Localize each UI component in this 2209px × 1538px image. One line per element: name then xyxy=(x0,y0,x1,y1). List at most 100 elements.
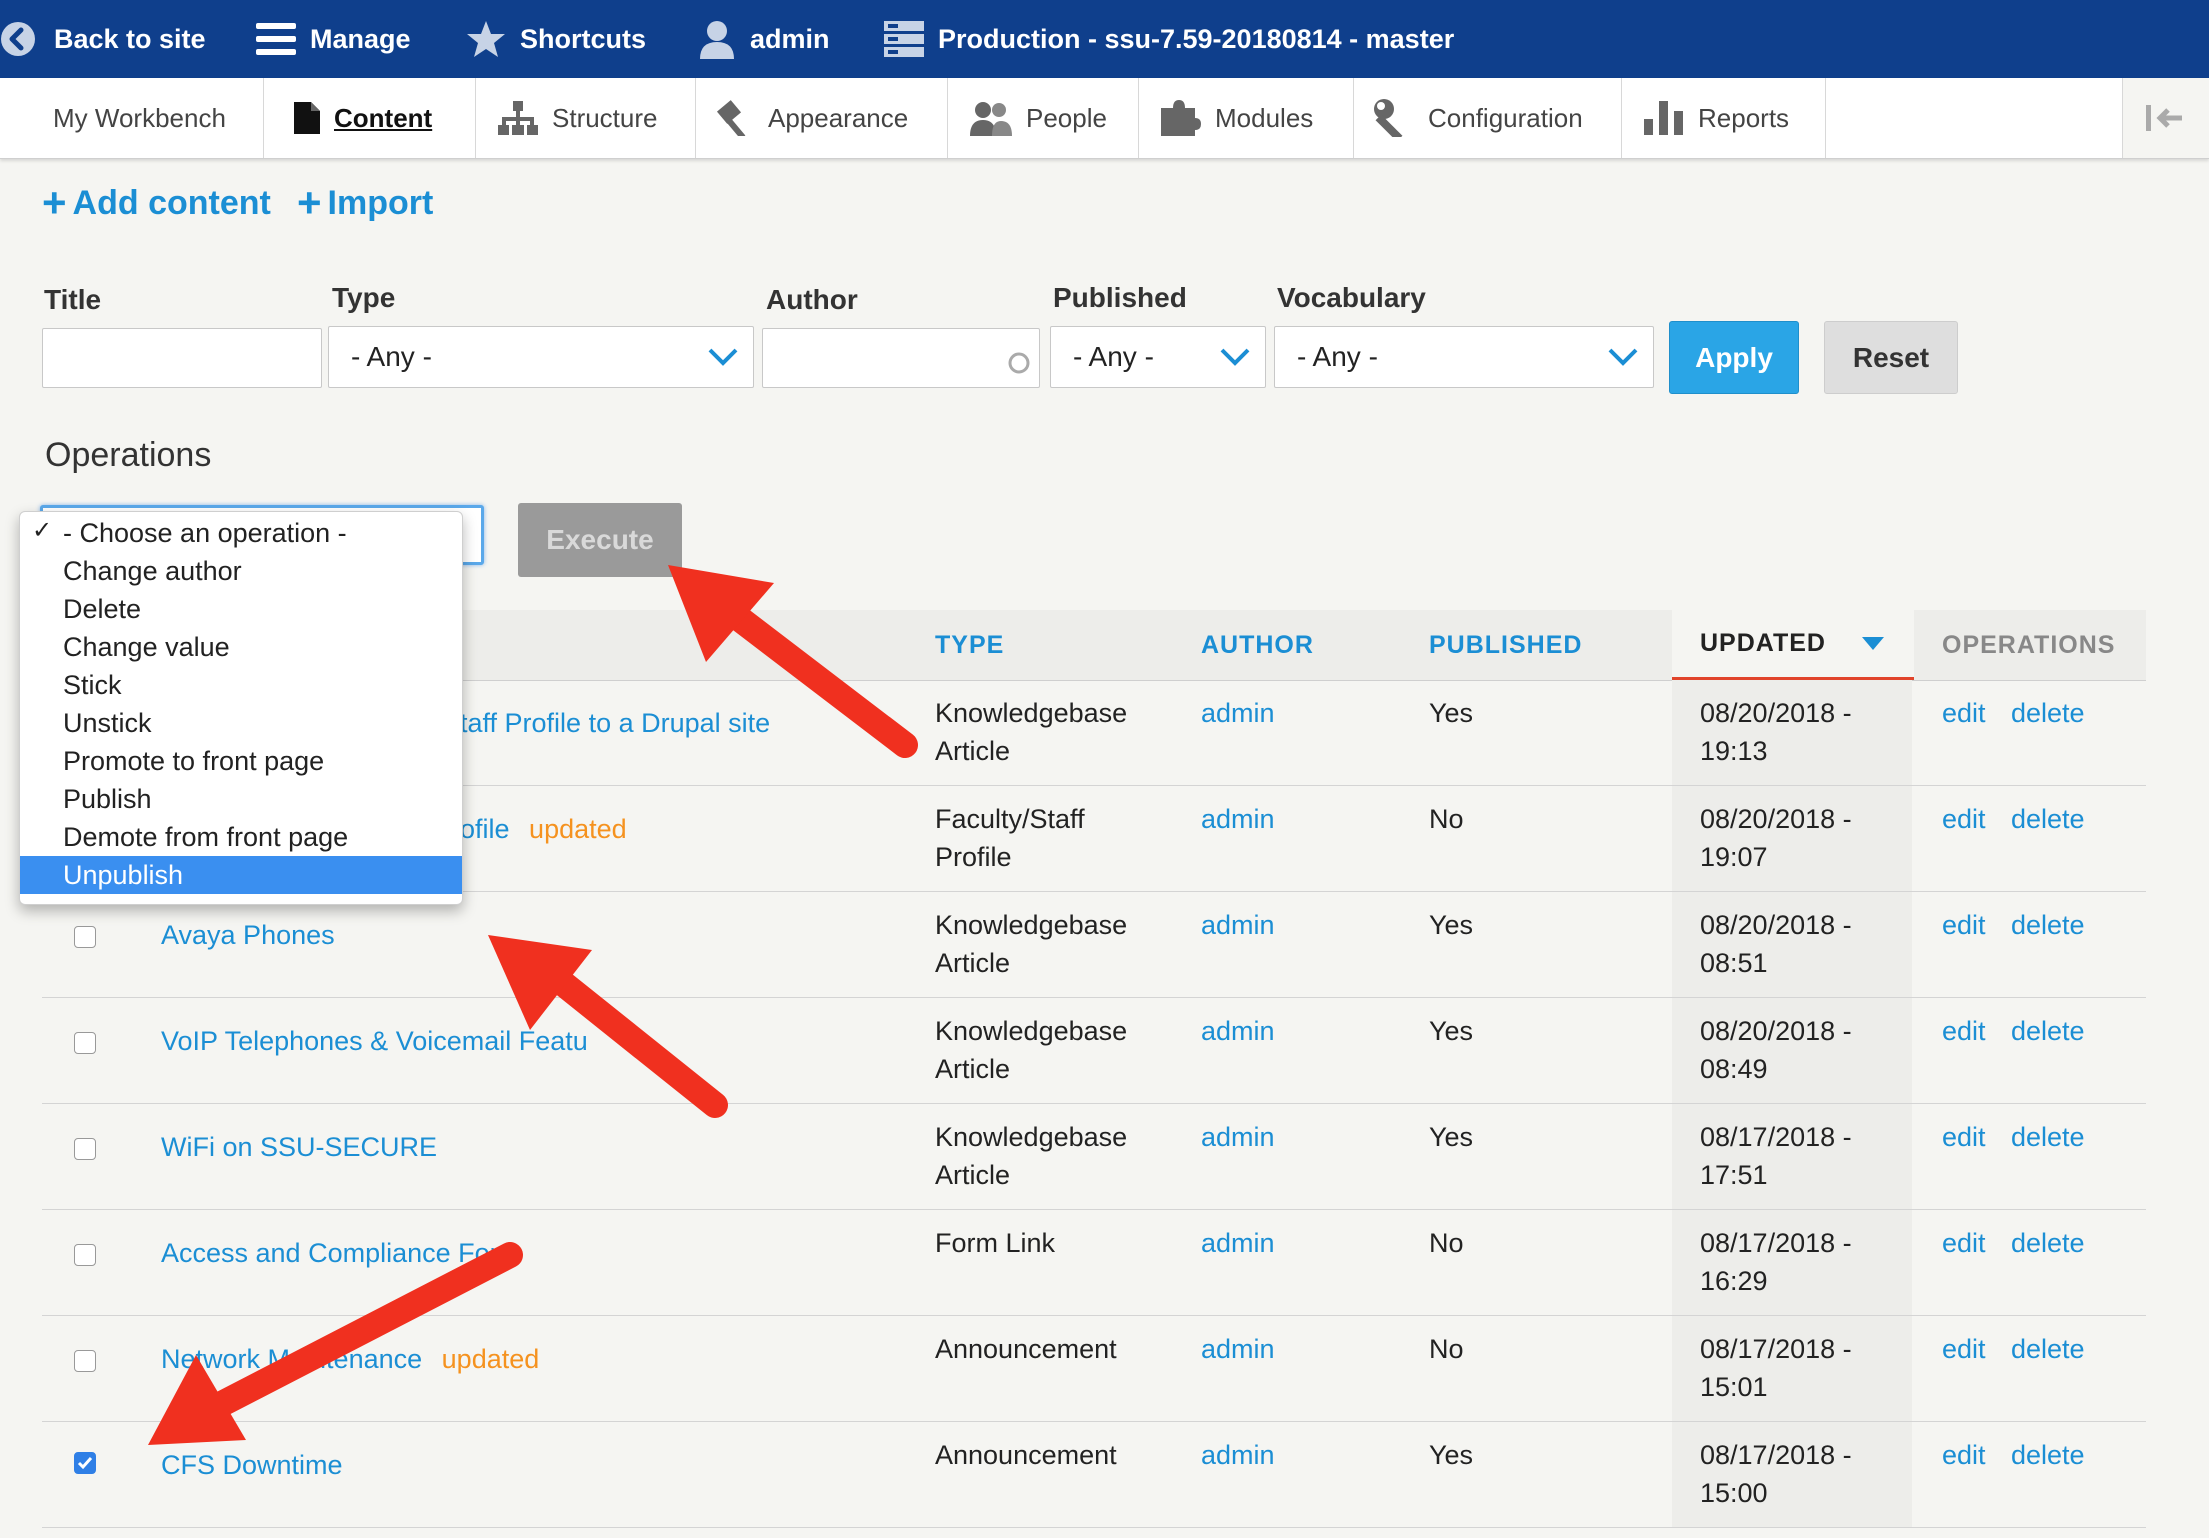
row-type-line: Knowledgebase xyxy=(935,698,1128,728)
row-delete-link[interactable]: delete xyxy=(2011,800,2085,838)
table-row: Avaya Phones Knowledgebase Article admin… xyxy=(0,892,2209,998)
type-filter-select[interactable]: - Any - xyxy=(328,326,754,388)
apply-button[interactable]: Apply xyxy=(1669,321,1799,394)
environment-label: Production - ssu-7.59-20180814 - master xyxy=(938,23,1455,54)
import-link[interactable]: + Import xyxy=(297,178,433,228)
operation-option[interactable]: Change value xyxy=(20,628,462,666)
row-author-link[interactable]: admin xyxy=(1201,1118,1275,1156)
row-edit-link[interactable]: edit xyxy=(1942,1224,1986,1262)
row-delete-link[interactable]: delete xyxy=(2011,1224,2085,1262)
column-header-updated[interactable]: UPDATED xyxy=(1672,610,1914,680)
manage-tab[interactable]: Manage xyxy=(256,0,411,78)
row-author-link[interactable]: admin xyxy=(1201,1330,1275,1368)
tray-item-my-workbench[interactable]: My Workbench xyxy=(0,78,264,158)
row-edit-link[interactable]: edit xyxy=(1942,1118,1986,1156)
operation-option[interactable]: Publish xyxy=(20,780,462,818)
row-title-link[interactable]: Network Maintenance xyxy=(161,1344,422,1374)
tray-item-content[interactable]: Content xyxy=(264,78,476,158)
row-select-checkbox[interactable] xyxy=(74,1350,96,1372)
hamburger-icon xyxy=(256,23,296,55)
tray-item-reports[interactable]: Reports xyxy=(1622,78,1826,158)
author-filter-input[interactable] xyxy=(762,328,1040,388)
row-delete-link[interactable]: delete xyxy=(2011,694,2085,732)
star-icon xyxy=(467,21,505,57)
row-title-link[interactable]: taff Profile to a Drupal site xyxy=(460,708,770,738)
back-to-site-link[interactable]: Back to site xyxy=(0,0,206,78)
tray-item-label: People xyxy=(1026,102,1107,133)
tray-item-configuration[interactable]: Configuration xyxy=(1354,78,1622,158)
operation-option[interactable]: Demote from front page xyxy=(20,818,462,856)
row-edit-link[interactable]: edit xyxy=(1942,906,1986,944)
user-icon xyxy=(700,21,734,59)
operation-option[interactable]: - Choose an operation - xyxy=(20,514,462,552)
published-filter-select[interactable]: - Any - xyxy=(1050,326,1266,388)
operation-option[interactable]: Stick xyxy=(20,666,462,704)
puzzle-icon xyxy=(1161,100,1201,136)
row-edit-link[interactable]: edit xyxy=(1942,800,1986,838)
column-header-author[interactable]: AUTHOR xyxy=(1201,610,1314,680)
row-title-link[interactable]: ofile xyxy=(460,814,510,844)
tray-item-structure[interactable]: Structure xyxy=(476,78,696,158)
row-delete-link[interactable]: delete xyxy=(2011,1436,2085,1474)
row-title-cell: Access and Compliance Form xyxy=(161,1234,533,1272)
environment-indicator[interactable]: Production - ssu-7.59-20180814 - master xyxy=(884,0,1454,78)
row-delete-link[interactable]: delete xyxy=(2011,906,2085,944)
operation-option[interactable]: Delete xyxy=(20,590,462,628)
row-edit-link[interactable]: edit xyxy=(1942,1330,1986,1368)
row-type-line: Article xyxy=(935,948,1011,978)
row-type-line: Form Link xyxy=(935,1228,1056,1258)
row-title-link[interactable]: VoIP Telephones & Voicemail Featu xyxy=(161,1026,588,1056)
row-delete-link[interactable]: delete xyxy=(2011,1330,2085,1368)
row-title-link[interactable]: CFS Downtime xyxy=(161,1450,343,1480)
vocabulary-filter-label: Vocabulary xyxy=(1277,282,1426,313)
row-author-link[interactable]: admin xyxy=(1201,800,1275,838)
row-select-checkbox[interactable] xyxy=(74,1032,96,1054)
row-author-link[interactable]: admin xyxy=(1201,1012,1275,1050)
operation-option[interactable]: Unpublish xyxy=(20,856,462,894)
row-author-link[interactable]: admin xyxy=(1201,1224,1275,1262)
operations-label: Operations xyxy=(45,436,212,474)
row-title-link[interactable]: Access and Compliance Form xyxy=(161,1238,521,1268)
row-updated-date: 08/17/2018 - xyxy=(1700,1228,1852,1258)
user-tab[interactable]: admin xyxy=(698,0,830,78)
row-title-cell: VoIP Telephones & Voicemail Featu xyxy=(161,1022,600,1060)
row-delete-link[interactable]: delete xyxy=(2011,1118,2085,1156)
execute-button[interactable]: Execute xyxy=(518,503,682,577)
row-select-checkbox[interactable] xyxy=(74,926,96,948)
row-author-link[interactable]: admin xyxy=(1201,1436,1275,1474)
row-type-line: Article xyxy=(935,1054,1011,1084)
row-edit-link[interactable]: edit xyxy=(1942,1436,1986,1474)
row-updated-date: 08/17/2018 - xyxy=(1700,1334,1852,1364)
row-edit-link[interactable]: edit xyxy=(1942,694,1986,732)
add-content-link[interactable]: + Add content xyxy=(42,178,271,228)
operation-option[interactable]: Unstick xyxy=(20,704,462,742)
operation-option[interactable]: Promote to front page xyxy=(20,742,462,780)
title-filter-label: Title xyxy=(44,284,102,315)
row-author-link[interactable]: admin xyxy=(1201,694,1275,732)
chevron-down-icon xyxy=(1608,348,1638,366)
tray-item-modules[interactable]: Modules xyxy=(1138,78,1354,158)
reset-button[interactable]: Reset xyxy=(1824,321,1958,394)
column-header-published[interactable]: PUBLISHED xyxy=(1429,610,1582,680)
row-type-cell: Form Link xyxy=(935,1224,1055,1262)
tray-item-appearance[interactable]: Appearance xyxy=(696,78,948,158)
row-select-checkbox[interactable] xyxy=(74,1452,96,1474)
shortcuts-tab[interactable]: Shortcuts xyxy=(466,0,646,78)
row-title-link[interactable]: WiFi on SSU-SECURE xyxy=(161,1132,437,1162)
row-published-cell: No xyxy=(1429,804,1464,834)
tray-item-label: My Workbench xyxy=(53,102,226,133)
operation-option[interactable]: Change author xyxy=(20,552,462,590)
row-delete-link[interactable]: delete xyxy=(2011,1012,2085,1050)
row-title-link[interactable]: Avaya Phones xyxy=(161,920,335,950)
vocabulary-filter-select[interactable]: - Any - xyxy=(1274,326,1654,388)
row-edit-link[interactable]: edit xyxy=(1942,1012,1986,1050)
title-filter-input[interactable] xyxy=(42,328,322,388)
row-select-checkbox[interactable] xyxy=(74,1138,96,1160)
admin-tray: My Workbench Content Structure Appearanc… xyxy=(0,78,2209,159)
row-type-cell: Knowledgebase Article xyxy=(935,906,1127,982)
tray-item-label: Reports xyxy=(1698,102,1790,133)
column-header-type[interactable]: TYPE xyxy=(935,610,1004,680)
tray-orientation-toggle[interactable] xyxy=(2122,78,2209,158)
row-select-checkbox[interactable] xyxy=(74,1244,96,1266)
row-author-link[interactable]: admin xyxy=(1201,906,1275,944)
